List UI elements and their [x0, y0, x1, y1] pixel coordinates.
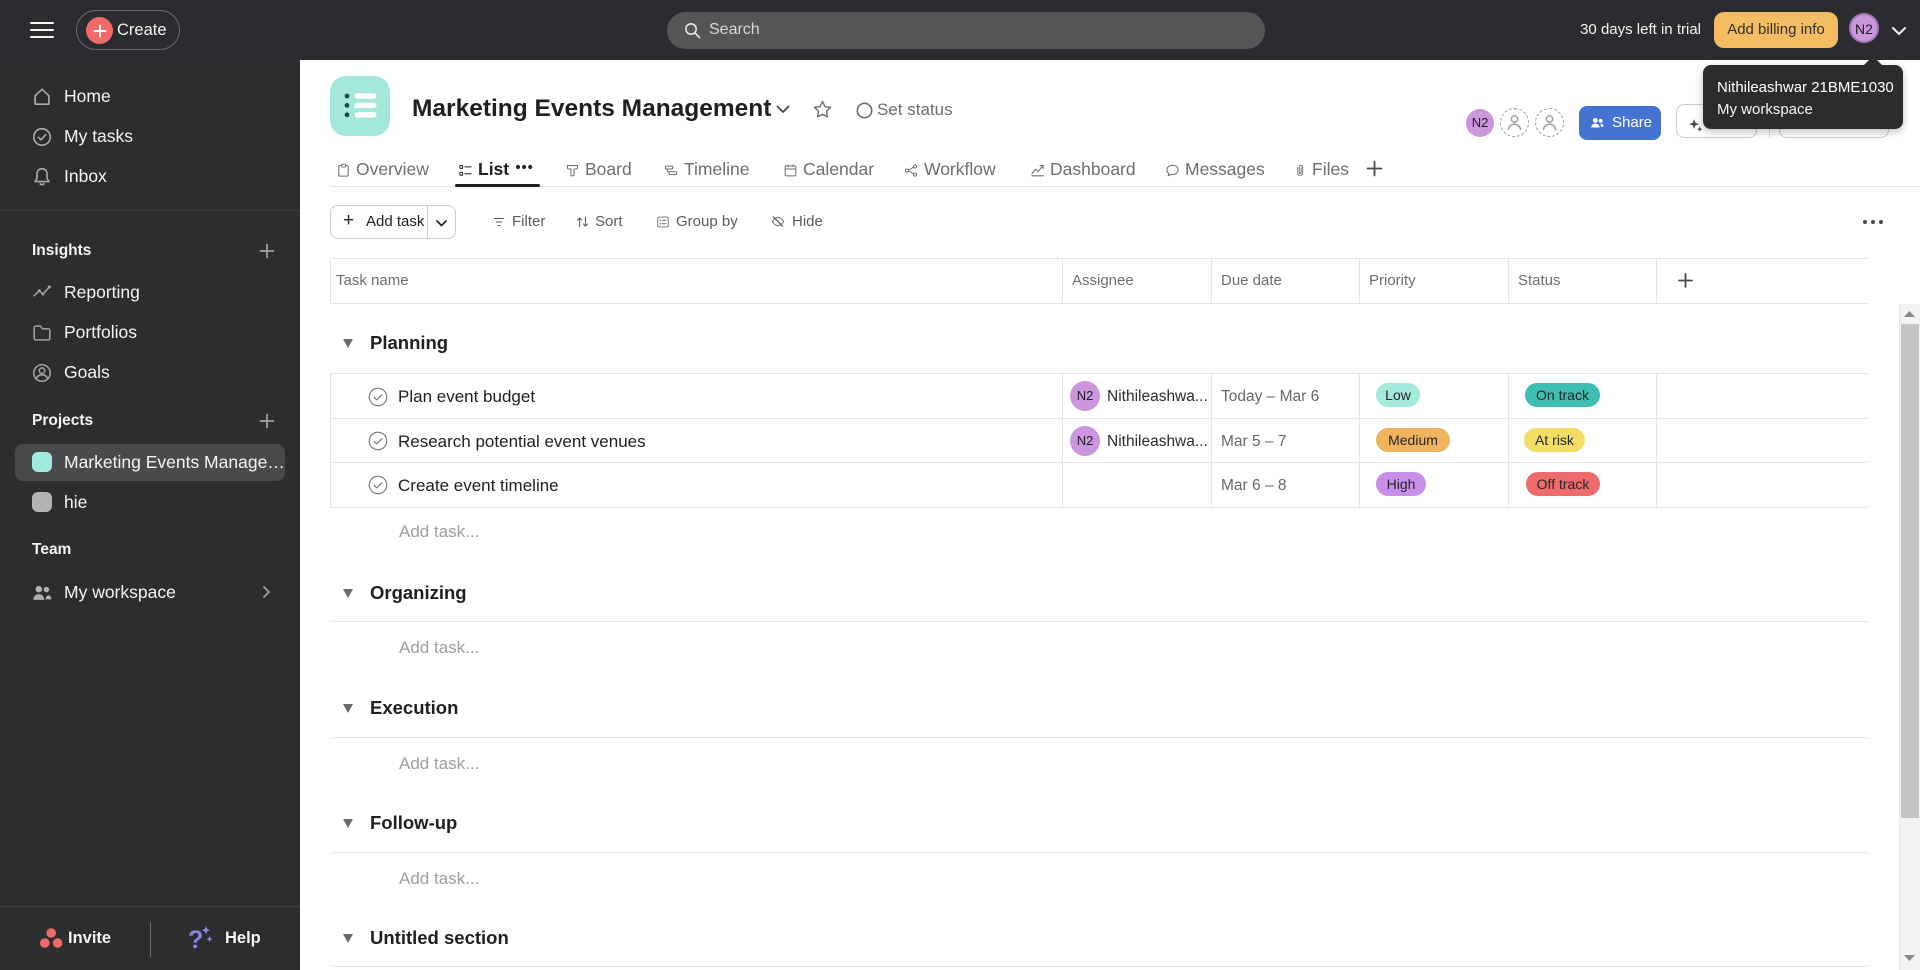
svg-text:?: ?: [188, 926, 203, 952]
